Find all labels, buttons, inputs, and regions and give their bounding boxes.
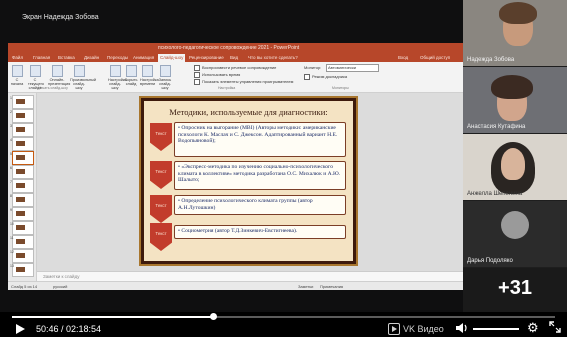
participant-tile[interactable]: Надежда Зобова (463, 0, 567, 66)
participant-name: Надежда Зобова (467, 57, 515, 63)
slide-item: • «Экспресс-методика по изучению социаль… (174, 161, 346, 190)
notes-placeholder: Заметки к слайду (43, 274, 80, 279)
fullscreen-icon[interactable] (549, 321, 561, 333)
slide-thumbnail-selected[interactable]: 5 (10, 151, 34, 165)
participant-tile[interactable]: Дарья Подоляко (463, 201, 567, 267)
progress-handle[interactable] (210, 313, 217, 320)
hide-icon (125, 65, 137, 77)
tab-insert[interactable]: Вставка (58, 55, 75, 60)
record-slideshow-button[interactable]: Запись слайд-шоу (156, 65, 174, 90)
group-monitors: Мониторы (332, 86, 349, 90)
tab-review[interactable]: Рецензирование (189, 55, 224, 60)
more-participants-count: +31 (498, 277, 532, 299)
slide-thumbnail-pane: 1 2 3 4 5 6 7 8 9 10 11 12 13 (8, 93, 37, 281)
current-slide: Методики, используемые для диагностики: … (139, 96, 358, 266)
hide-slide-button[interactable]: Скрыть слайд (124, 65, 138, 86)
participant-name: Анжелла Шепенина (467, 191, 523, 197)
slideshow-icon (29, 65, 41, 77)
share-link[interactable]: Общий доступ (420, 55, 450, 60)
custom-icon (73, 65, 85, 77)
slide-thumbnail[interactable]: 11 (10, 235, 34, 249)
slide-thumbnail[interactable]: 6 (10, 165, 34, 179)
chevron-marker: Текст (150, 195, 172, 223)
ppt-status-bar: Слайд 5 из 14 русский Заметки Примечания (8, 281, 463, 290)
slide-thumbnail[interactable]: 9 (10, 207, 34, 221)
participant-hair (491, 75, 533, 99)
volume-slider[interactable] (473, 328, 519, 330)
tab-design[interactable]: Дизайн (84, 55, 99, 60)
tab-home[interactable]: Главная (33, 55, 50, 60)
slide-thumbnail[interactable]: 3 (10, 123, 34, 137)
timer-icon (141, 65, 153, 77)
slide-thumbnail[interactable]: 7 (10, 179, 34, 193)
group-setup: Настройка (218, 86, 236, 90)
monitor-select[interactable]: Автоматически (326, 64, 379, 72)
slide-thumbnail[interactable]: 2 (10, 109, 34, 123)
slide-thumbnail[interactable]: 1 (10, 95, 34, 109)
tab-transitions[interactable]: Переходы (107, 55, 128, 60)
vk-video-label[interactable]: VK Видео (403, 324, 444, 334)
notes-toggle[interactable]: Заметки (298, 284, 313, 289)
volume-icon[interactable] (455, 322, 469, 334)
time-display: 50:46 / 02:18:54 (36, 324, 102, 334)
online-present-button[interactable]: Онлайн-презентация (48, 65, 70, 86)
group-start-slideshow: Начать слайд-шоу (38, 86, 68, 90)
online-icon (51, 65, 63, 77)
slide-item: • Опросник на выгорание (МВI) (Авторы ме… (174, 122, 346, 157)
slide-title: Методики, используемые для диагностики: (169, 107, 328, 117)
progress-fill (12, 316, 213, 318)
language-indicator: русский (53, 284, 68, 289)
tab-view[interactable]: Вид (230, 55, 238, 60)
ppt-ribbon-tabs: Файл Главная Вставка Дизайн Переходы Ани… (8, 54, 463, 62)
play-icon[interactable] (16, 324, 25, 334)
tab-slideshow[interactable]: Слайд-шоу (158, 54, 186, 62)
participant-tile[interactable]: Анжелла Шепенина (463, 134, 567, 200)
slide-thumbnail[interactable]: 10 (10, 221, 34, 235)
tab-file[interactable]: Файл (12, 55, 23, 60)
ppt-window-title: психолого-педагогическое сопровождение 2… (158, 45, 300, 51)
participant-name: Дарья Подоляко (467, 258, 513, 264)
chevron-marker: Текст (150, 223, 172, 251)
participants-panel: Надежда Зобова Анастасия Кутафина Анжелл… (463, 0, 567, 312)
more-participants-button[interactable]: +31 (463, 268, 567, 312)
slideshow-icon (11, 65, 23, 77)
gear-icon[interactable]: ⚙ (527, 321, 539, 334)
custom-slideshow-button[interactable]: Произвольный слайд-шоу (70, 65, 96, 90)
use-timings-checkbox[interactable]: Использовать время (194, 72, 240, 78)
tab-animations[interactable]: Анимация (133, 55, 154, 60)
tell-me-search[interactable]: Что вы хотите сделать? (248, 55, 298, 60)
ppt-title-bar: психолого-педагогическое сопровождение 2… (8, 43, 463, 54)
slide-counter: Слайд 5 из 14 (11, 284, 38, 289)
chevron-marker: Текст (150, 123, 172, 151)
slide-body: Методики, используемые для диагностики: … (144, 101, 353, 261)
slide-thumbnail[interactable]: 13 (10, 263, 34, 277)
presenter-view-checkbox[interactable]: Режим докладчика (304, 74, 347, 80)
from-beginning-button[interactable]: С начала (10, 65, 24, 86)
slide-item: • Определение психологического климата г… (174, 195, 346, 215)
ppt-ribbon: С начала С текущего слайда Онлайн-презен… (8, 62, 463, 93)
avatar (501, 211, 529, 239)
play-narrations-checkbox[interactable]: Воспроизвести речевое сопровождение (194, 65, 276, 71)
participant-hair (499, 2, 537, 24)
slide-item: • Социометрия (автор Т.Д.Зинкевич-Евстиг… (174, 225, 346, 239)
show-media-controls-checkbox[interactable]: Показать элементы управления проигрывате… (194, 79, 293, 85)
record-icon (159, 65, 171, 77)
slide-thumbnail[interactable]: 12 (10, 249, 34, 263)
participant-tile[interactable]: Анастасия Кутафина (463, 67, 567, 133)
comments-toggle[interactable]: Примечания (320, 284, 343, 289)
participant-video (501, 148, 525, 180)
screen-share-title: Экран Надежда Зобова (22, 14, 99, 21)
participant-name: Анастасия Кутафина (467, 124, 526, 130)
sign-in-link[interactable]: Вход (398, 55, 408, 60)
monitor-label: Монитор: (304, 65, 322, 70)
setup-slideshow-button[interactable]: Настройка слайд-шоу (108, 65, 127, 90)
slide-thumbnail[interactable]: 4 (10, 137, 34, 151)
chevron-marker: Текст (150, 161, 172, 189)
slide-thumbnail[interactable]: 8 (10, 193, 34, 207)
rehearse-timings-button[interactable]: Настройка времени (140, 65, 159, 86)
vk-video-icon[interactable] (388, 323, 400, 335)
setup-icon (109, 65, 121, 77)
